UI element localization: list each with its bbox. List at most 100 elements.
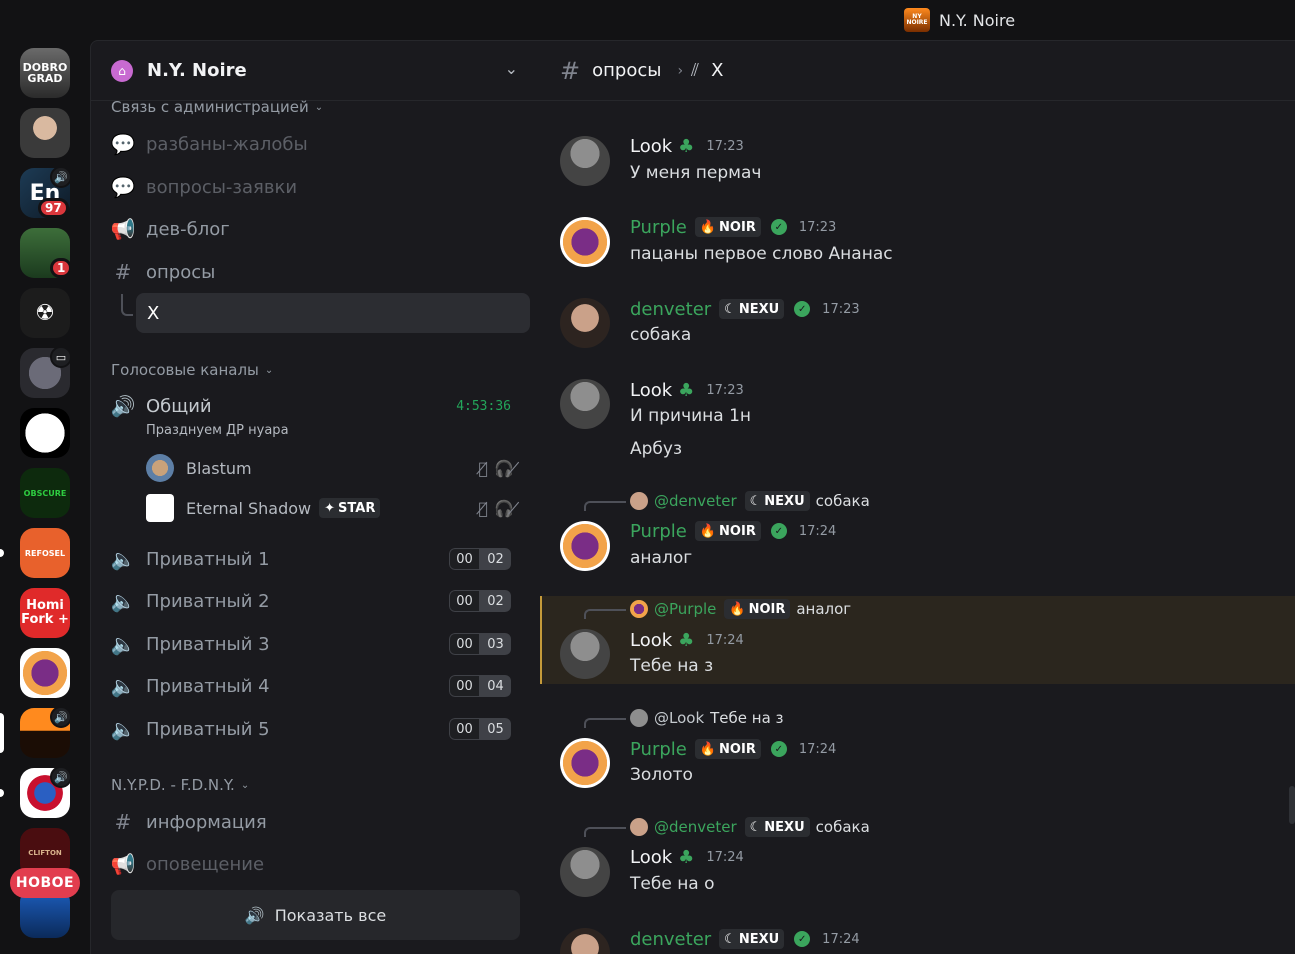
voice-channel-private-3[interactable]: 🔈 Приватный 3 00 03 [111,626,531,662]
speaker-icon: 🔊 [50,766,72,788]
discord-window: { "window": { "title": "N.Y. Noire" }, "… [0,0,1295,954]
avatar[interactable] [560,847,610,897]
server-dobrograd[interactable]: DOBRO GRAD [20,48,70,98]
username[interactable]: Purple [630,217,687,238]
voice-user[interactable]: Blastum 🎙̸🎧̸ [146,452,526,484]
channel-unbans[interactable]: 💬 разбаны-жалобы [111,126,531,162]
tag-label: NOIR [719,523,756,539]
username[interactable]: denveter [630,299,711,320]
clover-icon: ♣ [678,629,695,651]
server-refosel[interactable]: REFOSEL [0,528,70,578]
avatar [630,492,648,510]
username[interactable]: Look [630,847,672,868]
message-text: пацаны первое слово Ананас [630,244,893,264]
fire-icon: 🔥 [699,741,717,757]
channel-name[interactable]: опросы [592,60,661,81]
verified-icon: ✓ [770,741,787,757]
avatar [630,600,648,618]
avatar[interactable] [560,217,610,267]
thread-x[interactable]: X [136,293,530,333]
user-limit-counter: 00 02 [449,590,511,612]
guild-tag: 🔥 NOIR [694,739,761,759]
timestamp: 17:24 [822,931,860,947]
voice-channel-private-1[interactable]: 🔈 Приватный 1 00 02 [111,541,531,577]
username[interactable]: Purple [630,739,687,760]
channel-alerts[interactable]: 📢 оповещение [111,846,531,882]
channel-requests[interactable]: 💬 вопросы-заявки [111,169,531,205]
avatar[interactable] [560,629,610,679]
avatar[interactable] [560,738,610,788]
channel-info[interactable]: # информация [111,804,531,840]
show-all-button[interactable]: 🔊 Показать все [111,890,520,940]
speaker-locked-icon: 🔈 [110,674,136,698]
message-text: Тебе на о [630,874,715,894]
reply-connector [584,827,626,837]
server-torii[interactable]: 1 [20,228,73,278]
server-ny-noire[interactable]: 🔊 [0,706,72,758]
reply-preview[interactable]: @denveter ☾ NEXU собака [630,491,870,511]
reply-preview[interactable]: @Look Тебе на з [630,708,784,728]
voice-channel-general[interactable]: 🔊 Общий 4:53:36 [111,388,531,424]
username[interactable]: Look [630,136,672,157]
avatar[interactable] [560,928,610,954]
speaker-icon: 🔊 [110,394,136,418]
voice-channel-private-2[interactable]: 🔈 Приватный 2 00 02 [111,583,531,619]
channel-label: Общий [146,395,212,417]
timestamp: 17:24 [706,849,744,865]
message-text: аналог [630,548,693,568]
muted-deafened-icons: 🎙̸🎧̸ [478,458,526,478]
guild-tag: ☾ NEXU [719,929,785,949]
avatar[interactable] [560,379,610,429]
avatar[interactable] [560,136,610,186]
new-servers-badge[interactable]: НОВОЕ [10,868,80,898]
server-face[interactable] [20,108,70,158]
guild-home-icon: ⌂ [111,59,133,82]
avatar[interactable] [560,298,610,348]
unread-pill [0,549,4,557]
guild-header[interactable]: ⌂ N.Y. Noire ⌄ [91,41,540,101]
username[interactable]: denveter [630,929,711,950]
thread-name: X [711,60,724,81]
server-fdny[interactable]: 🔊 [0,766,72,818]
user-limit-counter: 00 03 [449,633,511,655]
voice-user[interactable]: Eternal Shadow ✦ STAR 🎙̸🎧̸ [146,492,526,524]
server-purple-hat[interactable] [20,648,70,698]
server-mask[interactable]: ☢ [20,288,70,338]
verified-icon: ✓ [770,219,787,235]
timestamp: 17:23 [822,301,860,317]
channel-polls[interactable]: # опросы [111,254,531,290]
counter-current: 00 [449,675,480,697]
category-voice[interactable]: Голосовые каналы ⌄ [111,361,273,379]
verified-icon: ✓ [770,523,787,539]
fire-icon: 🔥 [699,219,717,235]
server-anime[interactable]: ▭ [20,346,72,398]
speaker-icon: 🔊 [50,166,72,188]
category-nypd[interactable]: N.Y.P.D. - F.D.N.Y. ⌄ [111,776,249,794]
username[interactable]: Look [630,380,672,401]
announcement-icon: 📢 [110,217,136,241]
server-silhouette[interactable] [20,408,70,458]
category-admin[interactable]: Связь с администрацией ⌄ [111,98,323,116]
message-text: Арбуз [630,439,683,459]
username[interactable]: Purple [630,521,687,542]
speaker-icon: 🔊 [244,905,265,925]
channel-devblog[interactable]: 📢 дев-блог [111,211,531,247]
voice-channel-private-4[interactable]: 🔈 Приватный 4 00 04 [111,668,531,704]
username[interactable]: Look [630,630,672,651]
server-obscure[interactable]: OBSCURE [20,468,70,518]
clover-icon: ♣ [678,846,695,868]
server-en[interactable]: En 🔊 97 [20,166,72,218]
channel-sidebar: ⌂ N.Y. Noire ⌄ Связь с администрацией ⌄ 💬… [90,40,540,954]
voice-status: Празднуем ДР нуара [146,423,289,438]
chevron-down-icon[interactable]: ⌄ [505,59,518,78]
guild-tag: 🔥 NOIR [694,217,761,237]
speaker-locked-icon: 🔈 [110,547,136,571]
reply-preview[interactable]: @denveter ☾ NEXU собака [630,817,870,837]
server-homi[interactable]: Homi Fork + [20,588,70,638]
scrollbar[interactable] [1289,786,1295,824]
voice-channel-private-5[interactable]: 🔈 Приватный 5 00 05 [111,711,531,747]
reply-preview[interactable]: @Purple 🔥 NOIR аналог [630,599,851,619]
avatar[interactable] [560,521,610,571]
message-text: И причина 1н [630,406,752,426]
tag-label: STAR [338,500,376,516]
